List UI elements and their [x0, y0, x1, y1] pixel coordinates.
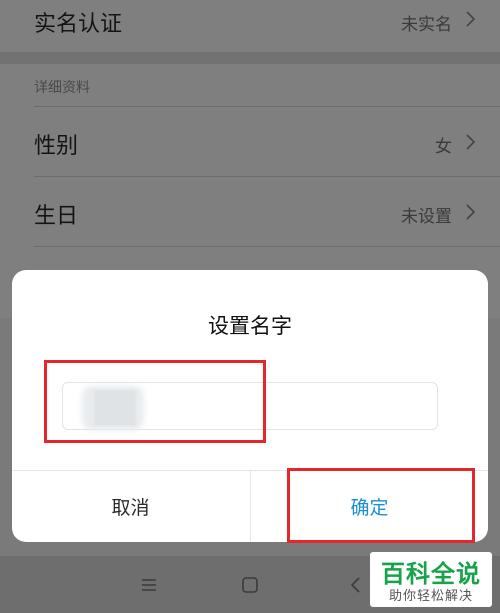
home-icon[interactable] — [237, 572, 263, 598]
confirm-highlight-box — [287, 468, 475, 543]
settings-row-value: 未实名 — [401, 15, 452, 35]
settings-row-value: 女 — [435, 137, 452, 157]
settings-row-birthday[interactable]: 生日 未设置 — [0, 177, 500, 245]
section-gap — [0, 52, 500, 64]
settings-row-label: 生日 — [34, 204, 79, 229]
settings-row-label: 实名认证 — [34, 12, 123, 37]
section-header: 详细资料 — [34, 80, 90, 96]
back-icon[interactable] — [344, 572, 370, 598]
watermark-sub-text: 助你轻松解决 — [388, 589, 473, 604]
dialog-title: 设置名字 — [208, 314, 292, 338]
chevron-right-icon — [466, 11, 476, 27]
chevron-right-icon — [466, 204, 476, 220]
settings-row-value: 未设置 — [401, 207, 452, 227]
chevron-right-icon — [466, 134, 476, 150]
cancel-button[interactable]: 取消 — [12, 471, 249, 542]
row-divider — [34, 246, 500, 247]
settings-row-realname[interactable]: 实名认证 未实名 — [0, 0, 500, 52]
watermark-main-text: 百科全说 — [381, 560, 481, 588]
settings-row-gender[interactable]: 性别 女 — [0, 107, 500, 175]
baike-watermark-logo: 百科全说 助你轻松解决 — [370, 552, 492, 607]
input-highlight-box — [44, 360, 266, 443]
menu-icon[interactable] — [136, 572, 162, 598]
settings-row-label: 性别 — [34, 134, 79, 159]
